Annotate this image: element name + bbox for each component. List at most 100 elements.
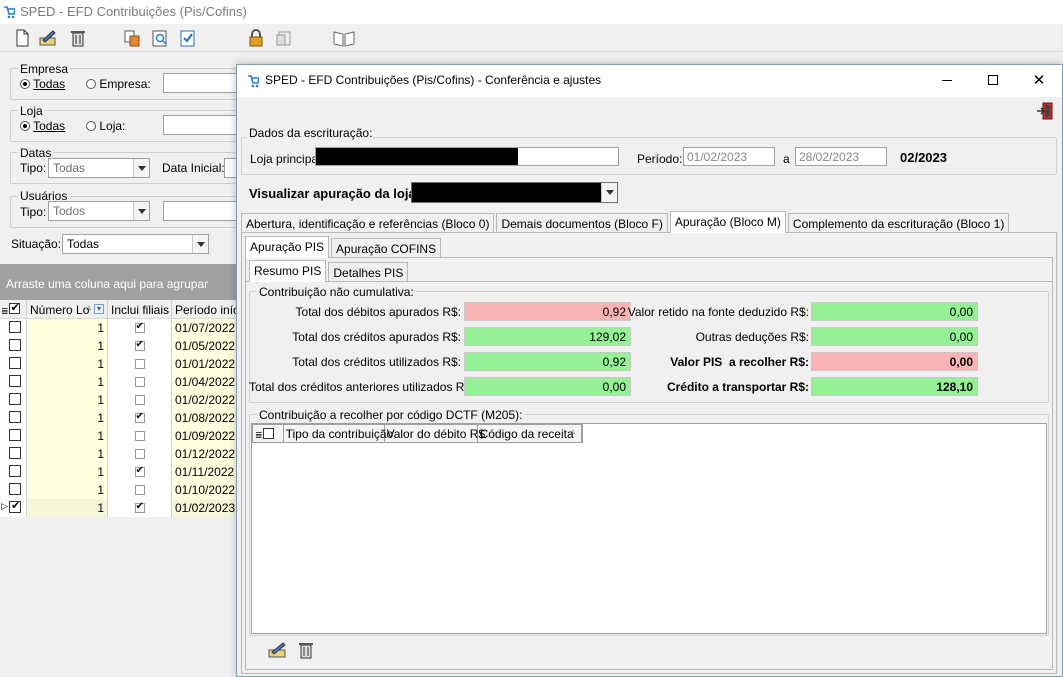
exit-door-icon[interactable] xyxy=(1035,101,1055,121)
row-checkbox[interactable] xyxy=(9,447,21,459)
inclui-filiais-checkbox[interactable] xyxy=(134,339,145,351)
maximize-button[interactable] xyxy=(970,65,1016,95)
col-header-numero[interactable]: Número Lo ▵ ▾ xyxy=(27,301,108,319)
inclui-filiais-checkbox[interactable] xyxy=(134,359,145,369)
tab-bloco-m[interactable]: Apuração (Bloco M) xyxy=(669,211,786,233)
col-header-inclui-filiais[interactable]: Inclui filiais xyxy=(108,301,172,319)
row-checkbox[interactable] xyxy=(9,321,21,333)
table-row[interactable]: 1 01/05/2022 xyxy=(0,337,240,355)
dctf-select-all[interactable]: ≣ xyxy=(253,425,284,442)
empresa-todas-radio[interactable]: Todas xyxy=(20,77,65,91)
row-checkbox[interactable] xyxy=(9,429,21,441)
row-select-cell[interactable] xyxy=(0,373,27,391)
table-row[interactable]: 1 01/11/2022 xyxy=(0,463,240,481)
row-select-cell[interactable]: ▷ xyxy=(0,499,27,517)
table-row[interactable]: ▷ 1 01/02/2023 xyxy=(0,499,240,517)
creditos-apurados-value[interactable]: 129,02 xyxy=(464,327,631,346)
tab-bloco-0[interactable]: Abertura, identificação e referências (B… xyxy=(241,213,495,233)
help-book-icon[interactable] xyxy=(332,28,356,48)
tab-bloco-f[interactable]: Demais documentos (Bloco F) xyxy=(496,213,668,233)
row-checkbox[interactable] xyxy=(9,339,21,351)
pis-recolher-value[interactable]: 0,00 xyxy=(811,352,978,371)
row-select-cell[interactable] xyxy=(0,409,27,427)
debitos-apurados-value[interactable]: 0,92 xyxy=(464,302,631,321)
inclui-filiais-checkbox[interactable] xyxy=(134,321,145,333)
new-document-icon[interactable] xyxy=(12,28,32,48)
tab-apuracao-pis[interactable]: Apuração PIS xyxy=(245,236,330,258)
table-row[interactable]: 1 01/02/2022 xyxy=(0,391,240,409)
outras-deducoes-value[interactable]: 0,00 xyxy=(811,327,978,346)
validate-icon[interactable] xyxy=(178,28,198,48)
situacao-select[interactable]: Todas xyxy=(62,234,209,254)
table-row[interactable]: 1 01/04/2022 xyxy=(0,373,240,391)
select-all-header[interactable]: ≣ xyxy=(0,301,27,319)
tab-apuracao-cofins[interactable]: Apuração COFINS xyxy=(331,238,442,258)
minimize-button[interactable] xyxy=(924,65,970,95)
row-select-cell[interactable] xyxy=(0,391,27,409)
usuarios-input[interactable] xyxy=(163,201,238,221)
lock-icon[interactable] xyxy=(246,28,266,48)
table-row[interactable]: 1 01/01/2022 xyxy=(0,355,240,373)
inclui-filiais-checkbox[interactable] xyxy=(134,485,145,495)
row-select-cell[interactable] xyxy=(0,355,27,373)
col-tipo-contribuicao[interactable]: Tipo da contribuição xyxy=(284,425,393,442)
inclui-filiais-checkbox[interactable] xyxy=(134,377,145,387)
inclui-filiais-checkbox[interactable] xyxy=(134,501,145,513)
close-button[interactable]: ✕ xyxy=(1016,65,1062,95)
tab-resumo-pis[interactable]: Resumo PIS xyxy=(249,260,327,282)
row-checkbox[interactable] xyxy=(9,483,21,495)
tab-detalhes-pis[interactable]: Detalhes PIS xyxy=(328,262,409,282)
credito-transportar-value[interactable]: 128,10 xyxy=(811,377,978,396)
inclui-filiais-checkbox[interactable] xyxy=(134,465,145,477)
row-checkbox[interactable] xyxy=(9,357,21,369)
edit-icon[interactable] xyxy=(267,640,289,660)
row-select-cell[interactable] xyxy=(0,319,27,337)
delete-icon[interactable] xyxy=(297,640,315,660)
visualizar-loja-select[interactable] xyxy=(411,182,618,203)
tab-bloco-1[interactable]: Complemento da escrituração (Bloco 1) xyxy=(787,213,1010,233)
table-row[interactable]: 1 01/09/2022 xyxy=(0,427,240,445)
col-header-periodo[interactable]: Período iníci xyxy=(172,301,240,319)
inclui-filiais-checkbox[interactable] xyxy=(134,449,145,459)
loja-specific-radio[interactable]: Loja: xyxy=(86,119,125,133)
retido-fonte-value[interactable]: 0,00 xyxy=(811,302,978,321)
loja-todas-radio[interactable]: Todas xyxy=(20,119,65,133)
inclui-filiais-checkbox[interactable] xyxy=(134,411,145,423)
inclui-filiais-checkbox[interactable] xyxy=(134,431,145,441)
inclui-filiais-checkbox[interactable] xyxy=(134,395,145,405)
empresa-input[interactable] xyxy=(163,73,238,93)
periodo-ate-field[interactable]: 28/02/2023 xyxy=(795,147,887,166)
loja-input[interactable] xyxy=(163,115,238,135)
table-row[interactable]: 1 01/07/2022 xyxy=(0,319,240,337)
table-row[interactable]: 1 01/12/2022 xyxy=(0,445,240,463)
delete-icon[interactable] xyxy=(68,28,88,48)
row-select-cell[interactable] xyxy=(0,337,27,355)
row-select-cell[interactable] xyxy=(0,481,27,499)
periodo-de-field[interactable]: 01/02/2023 xyxy=(683,147,775,166)
table-row[interactable]: 1 01/08/2022 xyxy=(0,409,240,427)
dctf-select-all-checkbox[interactable] xyxy=(262,428,274,439)
table-row[interactable]: 1 01/10/2022 xyxy=(0,481,240,499)
preview-icon[interactable] xyxy=(150,28,170,48)
filter-icon[interactable]: ▾ xyxy=(94,304,104,314)
edit-icon[interactable] xyxy=(38,28,58,48)
row-checkbox[interactable] xyxy=(9,375,21,387)
row-checkbox[interactable] xyxy=(9,465,21,477)
col-codigo-receita[interactable]: Código da receita ▵ xyxy=(478,425,582,442)
row-select-cell[interactable] xyxy=(0,427,27,445)
creditos-anteriores-value[interactable]: 0,00 xyxy=(464,377,631,396)
datas-tipo-select[interactable]: Todas xyxy=(48,158,150,178)
select-all-checkbox[interactable] xyxy=(8,301,20,314)
empresa-specific-radio[interactable]: Empresa: xyxy=(86,77,151,91)
usuarios-tipo-select[interactable]: Todos xyxy=(48,201,150,221)
row-select-cell[interactable] xyxy=(0,463,27,481)
export-icon[interactable] xyxy=(122,28,142,48)
col-valor-debito[interactable]: Valor do débito R$ xyxy=(385,425,485,442)
row-select-cell[interactable] xyxy=(0,445,27,463)
row-checkbox[interactable] xyxy=(9,393,21,405)
creditos-utilizados-value[interactable]: 0,92 xyxy=(464,352,631,371)
document-stack-icon[interactable] xyxy=(274,28,294,48)
row-checkbox[interactable] xyxy=(9,499,21,513)
row-checkbox[interactable] xyxy=(9,411,21,423)
loja-principal-field[interactable] xyxy=(315,147,619,166)
